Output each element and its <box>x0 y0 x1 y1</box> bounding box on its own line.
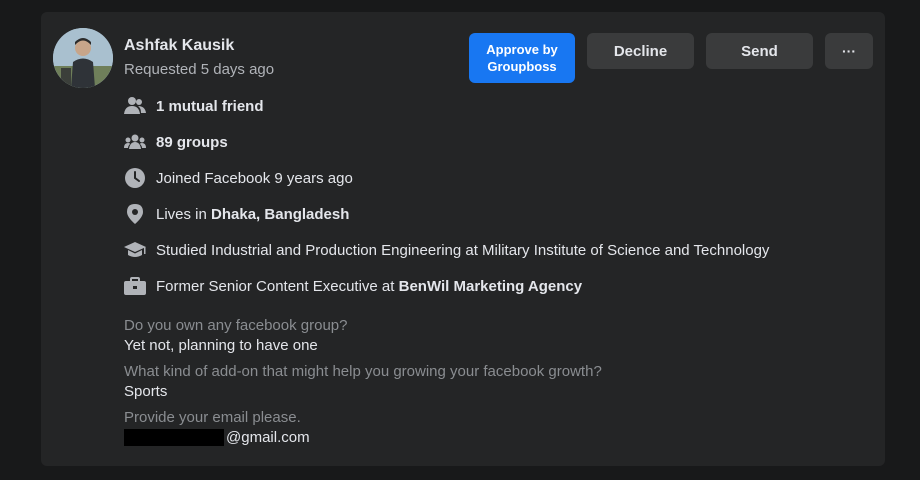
detail-education: Studied Industrial and Production Engine… <box>124 238 769 262</box>
clock-icon <box>124 167 146 189</box>
detail-location: Lives in Dhaka, Bangladesh <box>124 202 349 226</box>
friends-icon <box>124 95 146 117</box>
approve-by-groupboss-button[interactable]: Approve by Groupboss <box>469 33 575 83</box>
detail-prefix: Lives in <box>156 205 212 223</box>
answer-email: @gmail.com <box>124 428 310 447</box>
location-link[interactable]: Dhaka, Bangladesh <box>211 206 349 223</box>
detail-mutual-friends: 1 mutual friend <box>124 94 264 118</box>
detail-text[interactable]: 1 mutual friend <box>156 98 264 115</box>
detail-text: Studied Industrial and Production Engine… <box>156 241 770 259</box>
redaction-bar <box>124 428 224 446</box>
briefcase-icon <box>124 275 146 297</box>
location-icon <box>124 203 146 225</box>
decline-button[interactable]: Decline <box>587 33 694 69</box>
member-name[interactable]: Ashfak Kausik <box>124 37 234 55</box>
detail-text: Joined Facebook 9 years ago <box>156 169 353 187</box>
detail-groups: 89 groups <box>124 130 228 154</box>
groups-icon <box>124 131 146 153</box>
membership-request-card: Ashfak Kausik Requested 5 days ago Appro… <box>41 12 885 466</box>
avatar[interactable] <box>53 28 113 88</box>
request-time: Requested 5 days ago <box>124 61 275 78</box>
question: What kind of add-on that might help you … <box>124 363 602 380</box>
detail-work: Former Senior Content Executive at BenWi… <box>124 274 582 298</box>
answer: Yet not, planning to have one <box>124 337 318 354</box>
more-options-button[interactable]: ··· <box>825 33 873 69</box>
detail-text[interactable]: 89 groups <box>156 134 228 151</box>
send-button[interactable]: Send <box>706 33 813 69</box>
answer: Sports <box>124 383 168 400</box>
workplace-link[interactable]: BenWil Marketing Agency <box>399 278 583 295</box>
question: Provide your email please. <box>124 409 301 426</box>
detail-joined: Joined Facebook 9 years ago <box>124 166 353 190</box>
detail-prefix: Former Senior Content Executive at <box>156 277 399 295</box>
question: Do you own any facebook group? <box>124 317 348 334</box>
education-icon <box>124 239 146 261</box>
email-domain: @gmail.com <box>226 429 310 446</box>
